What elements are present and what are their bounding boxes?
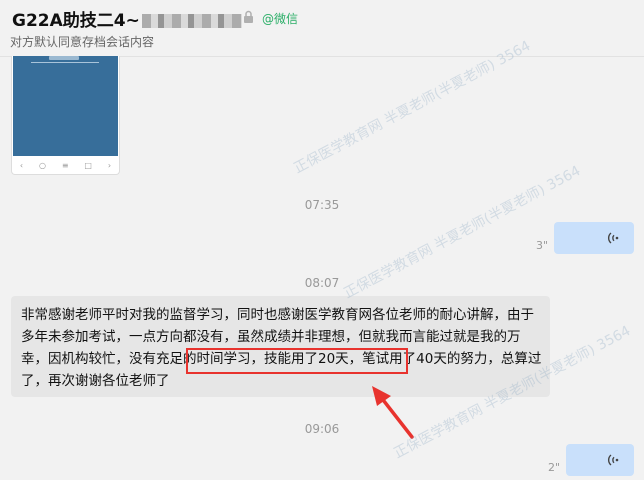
thumbnail-nav-bar: ‹ ○ ≡ □ › [12,156,119,174]
archive-notice: 对方默认同意存档会话内容 [10,35,155,49]
highlight-box [186,348,408,374]
thumbnail-search-icon: ○ [38,160,46,170]
timestamp: 08:07 [304,276,340,290]
chat-title-text: G22A助技二4~ [12,11,140,31]
thumbnail-home-icon: □ [84,160,92,170]
thumbnail-menu-icon: ≡ [61,160,69,170]
image-message[interactable]: ‹ ○ ≡ □ › [11,56,120,175]
image-thumbnail [13,56,118,156]
thumbnail-forward-icon: › [107,160,112,170]
voice-duration: 2" [548,461,561,474]
masked-title-region [141,14,242,28]
voice-message[interactable] [566,444,634,476]
voice-wave-icon [607,232,619,244]
text-message[interactable]: 非常感谢老师平时对我的监督学习，同时也感谢医学教育网各位老师的耐心讲解，由于多年… [11,296,550,397]
chat-header: G22A助技二4~ @微信 对方默认同意存档会话内容 [0,0,644,57]
timestamp: 09:06 [304,422,340,436]
lock-icon [244,10,253,23]
chat-title: G22A助技二4~ [12,6,242,31]
voice-wave-icon [607,454,619,466]
thumbnail-back-icon: ‹ [19,160,24,170]
thumbnail-divider [31,62,99,63]
voice-message[interactable] [554,222,634,254]
timestamp: 07:35 [304,198,340,212]
voice-duration: 3" [536,239,549,252]
thumbnail-text-mark [49,56,79,60]
channel-label: @微信 [262,12,299,26]
